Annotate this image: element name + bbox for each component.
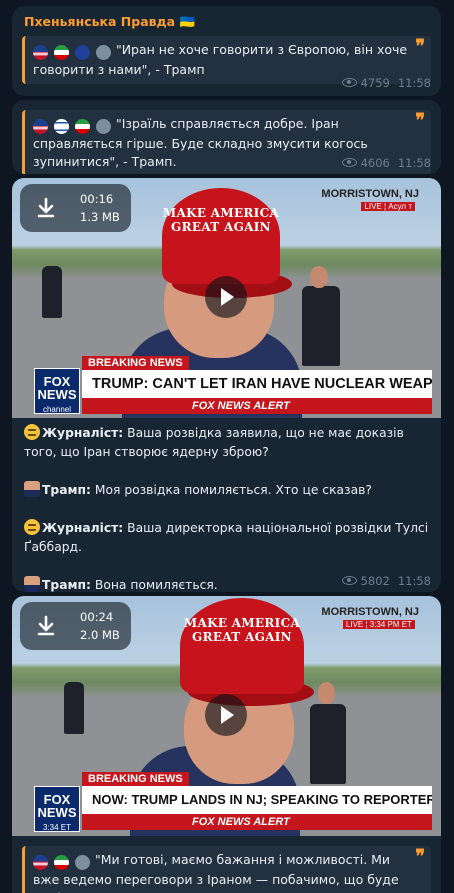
dialogue-line: Трамп: Моя розвідка помиляється. Хто це … [24,481,429,500]
us-flag-icon [33,119,48,134]
quote-block: "Ми готові, маємо бажання і можливості. … [22,846,431,893]
fox-news-logo: FOX NEWS 3:34 ET [34,786,80,832]
video-player[interactable]: MAKE AMERICA GREAT AGAIN MORRISTOWN, NJ … [12,178,441,418]
dialogue-line: Журналіст: Ваша розвідка заявила, що не … [24,424,429,462]
eye-icon [341,158,357,167]
eye-icon [341,78,357,87]
video-duration: 00:24 [80,610,114,624]
video-size: 2.0 MB [80,628,120,642]
quote-mark-icon: ❞ [415,36,425,57]
breaking-news-label: BREAKING NEWS [82,356,189,370]
background-person [42,266,62,318]
iran-flag-icon [53,855,69,870]
speaking-head-icon [74,855,90,870]
fox-news-logo: FOX NEWS channel [34,368,80,414]
play-button-icon[interactable] [205,694,247,736]
message-time: 11:58 [397,76,431,90]
fox-news-logo-text: FOX NEWS [37,374,77,402]
eye-icon [341,576,357,585]
message-text: Журналіст: Ваша розвідка заявила, що не … [12,418,441,592]
video-duration: 00:16 [80,192,114,206]
background-person [64,682,84,734]
message-bubble[interactable]: MAKE AMERICA GREAT AGAIN MORRISTOWN, NJ … [12,178,441,592]
dialogue-text: Вона помиляється. [90,578,218,592]
speaking-head-icon [95,45,111,60]
message-meta: 5802 11:58 [341,574,431,588]
download-icon[interactable] [32,612,60,640]
video-player[interactable]: MAKE AMERICA GREAT AGAIN MORRISTOWN, NJ … [12,596,441,836]
news-alert-bar: FOX NEWS ALERT [82,398,432,414]
israel-flag-icon [53,119,69,134]
broadcast-live-label: LIVE ¦ Асул т [361,202,415,211]
flags-emoji-group [33,43,113,61]
view-count: 4759 [360,76,390,90]
background-face [310,266,328,288]
message-time: 11:58 [397,156,431,170]
trump-photo-icon [24,481,40,497]
us-flag-icon [33,855,48,870]
background-person [302,286,340,366]
iran-flag-icon [53,45,69,60]
play-button-icon[interactable] [205,276,247,318]
fox-news-logo-sub: channel [42,405,72,414]
news-alert-bar: FOX NEWS ALERT [82,814,432,830]
speaker-label: Трамп: [42,578,91,592]
flags-emoji-group [33,853,92,871]
message-meta: 4606 11:58 [341,156,431,170]
view-count: 5802 [360,574,390,588]
message-bubble[interactable]: "Ізраїль справляється добре. Іран справл… [12,100,441,174]
broadcast-location: MORRISTOWN, NJ [321,606,419,618]
broadcast-live-label: LIVE ¦ 3:34 PM ET [342,620,415,629]
download-icon[interactable] [32,194,60,222]
dialogue-line: Журналіст: Ваша директорка національної … [24,519,429,557]
flags-emoji-group [33,117,113,135]
maga-cap: MAKE AMERICA GREAT AGAIN [162,188,280,284]
channel-name-text: Пхеньянська Правда [24,14,176,29]
message-bubble[interactable]: Пхеньянська Правда 🇺🇦 "Иран не хоче гово… [12,6,441,96]
news-headline: NOW: TRUMP LANDS IN NJ; SPEAKING TO REPO… [82,786,432,814]
eu-flag-icon [74,45,90,60]
speaker-label: Журналіст: [42,521,124,535]
download-badge[interactable]: 00:16 1.3 MB [20,184,131,232]
video-size: 1.3 MB [80,210,120,224]
message-time: 11:58 [397,574,431,588]
smirking-face-icon [24,519,40,535]
speaker-label: Трамп: [42,483,91,497]
thinking-face-icon [24,424,40,440]
us-flag-icon [33,45,48,60]
background-face [318,682,335,704]
fox-news-logo-sub: 3:34 ET [42,823,71,832]
speaker-label: Журналіст: [42,426,124,440]
broadcast-location: MORRISTOWN, NJ [321,188,419,200]
speaking-head-icon [95,119,111,134]
view-count: 4606 [360,156,390,170]
trump-photo-icon [24,576,40,592]
breaking-news-label: BREAKING NEWS [82,772,189,786]
message-meta: 4759 11:58 [341,76,431,90]
message-bubble[interactable]: MAKE AMERICA GREAT AGAIN MORRISTOWN, NJ … [12,596,441,893]
quote-mark-icon: ❞ [415,110,425,131]
ukraine-flag-icon: 🇺🇦 [179,14,196,29]
news-headline: TRUMP: CAN'T LET IRAN HAVE NUCLEAR WEAPO… [82,370,432,398]
channel-name[interactable]: Пхеньянська Правда 🇺🇦 [12,6,441,34]
download-badge[interactable]: 00:24 2.0 MB [20,602,131,650]
iran-flag-icon [74,119,90,134]
quote-mark-icon: ❞ [415,846,425,867]
fox-news-logo-text: FOX NEWS [37,792,77,820]
dialogue-text: Моя розвідка помиляється. Хто це сказав? [90,483,372,497]
background-person [310,704,346,784]
maga-cap: MAKE AMERICA GREAT AGAIN [180,598,304,694]
